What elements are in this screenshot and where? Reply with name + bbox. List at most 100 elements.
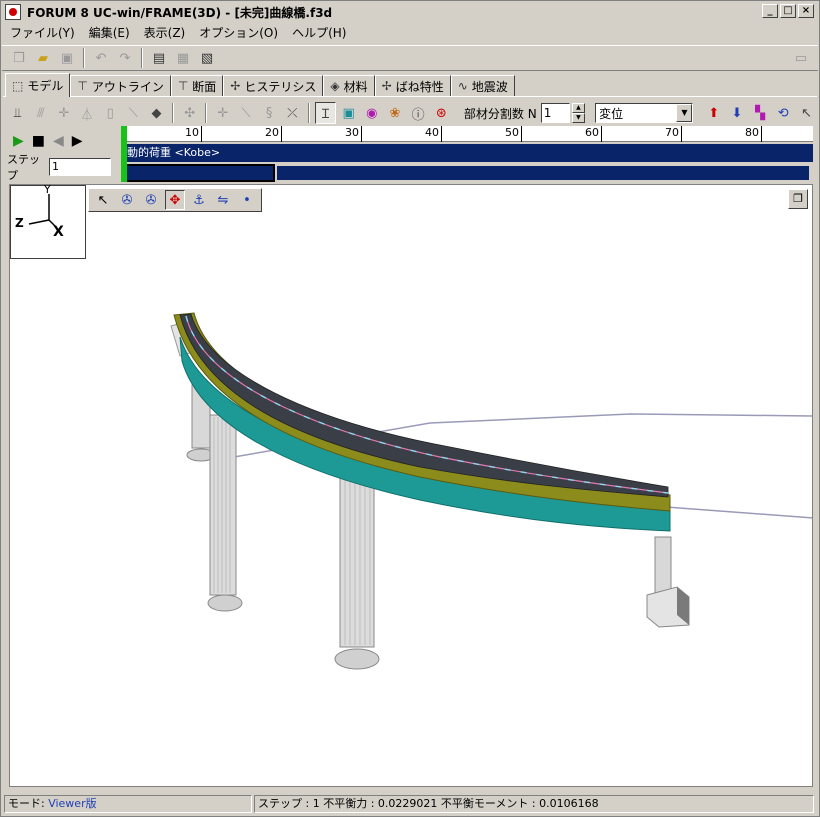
support-icon[interactable]: ⫫ [7, 102, 28, 124]
status-mode: モード: Viewer版 [4, 795, 252, 813]
result-icon[interactable]: ⊛ [431, 102, 452, 124]
open-folder-icon[interactable]: ▰ [32, 47, 54, 69]
menu-options[interactable]: オプション(O) [199, 24, 278, 41]
tab-hysteresis[interactable]: ✢ ヒステリシス [223, 75, 324, 97]
spring-tool-icon[interactable]: § [259, 102, 280, 124]
stop-icon[interactable]: ■ [32, 133, 45, 149]
report-icon[interactable]: ▤ [148, 47, 170, 69]
node-load-icon[interactable]: ⫻ [30, 102, 51, 124]
color-icon[interactable]: ◉ [361, 102, 382, 124]
delete-member-icon[interactable]: ⤫ [282, 102, 303, 124]
menu-edit[interactable]: 編集(E) [89, 24, 130, 41]
pointer-icon[interactable]: ↖ [796, 102, 817, 124]
spring-icon: ✢ [381, 79, 392, 93]
status-bar: モード: Viewer版 ステップ : 1 不平衡力 : 0.0229021 不… [2, 793, 818, 815]
window-title: FORUM 8 UC-win/FRAME(3D) - [未完]曲線橋.f3d [27, 5, 333, 20]
ruler-label: 70 [665, 126, 679, 139]
connect-icon[interactable]: ⟍ [235, 102, 256, 124]
point-icon[interactable]: • [237, 190, 257, 210]
menu-help[interactable]: ヘルプ(H) [292, 24, 346, 41]
tab-seismic-wave[interactable]: ∿ 地震波 [450, 75, 515, 97]
calculator-icon[interactable]: ▦ [172, 47, 194, 69]
model-toolbar: ⫫ ⫻ ✛ ⏃ ▯ ⟍ ◆ ✣ ✛ ⟍ § ⤫ Ɪ ▣ ◉ ❀ ⓘ ⊛ 部材分割… [7, 100, 817, 126]
new-file-icon[interactable]: ❒ [8, 47, 30, 69]
chevron-down-icon[interactable]: ▼ [676, 104, 693, 122]
select-pointer-icon[interactable]: ↖ [93, 190, 113, 210]
pan-icon[interactable]: ✥ [165, 190, 185, 210]
ruler-label: 60 [585, 126, 599, 139]
menu-file[interactable]: ファイル(Y) [10, 24, 75, 41]
time-cursor[interactable] [121, 126, 127, 182]
ruler-tick [521, 126, 522, 142]
tab-model[interactable]: ⬚ モデル [5, 73, 71, 97]
node-icon[interactable]: ✛ [53, 102, 74, 124]
orbit-icon[interactable]: ✇ [141, 190, 161, 210]
split-icon[interactable]: ✛ [212, 102, 233, 124]
menu-bar: ファイル(Y) 編集(E) 表示(Z) オプション(O) ヘルプ(H) [2, 22, 818, 42]
step-range-track[interactable] [121, 164, 813, 182]
tab-label: 断面 [192, 79, 217, 94]
timeline[interactable]: 10 20 30 40 50 60 70 80 動的荷重 <Kobe> [121, 126, 813, 182]
animate-icon[interactable]: ❀ [384, 102, 405, 124]
zoom-icon[interactable]: ⇋ [213, 190, 233, 210]
save-icon[interactable]: ▣ [56, 47, 78, 69]
chart-icon[interactable]: ▚ [750, 102, 771, 124]
hinge-icon[interactable]: ▯ [100, 102, 121, 124]
print-preview-icon[interactable]: ▧ [196, 47, 218, 69]
play-icon[interactable]: ▶ [13, 133, 24, 149]
divisions-input[interactable]: 1 [540, 103, 570, 123]
undo-icon[interactable]: ↶ [90, 47, 112, 69]
menu-view[interactable]: 表示(Z) [144, 24, 186, 41]
info-icon[interactable]: ⓘ [408, 102, 429, 124]
step-input[interactable]: 1 [49, 158, 111, 176]
close-button[interactable]: × [798, 4, 814, 18]
tab-panel-border [3, 96, 817, 97]
member-icon[interactable]: ⟍ [123, 102, 144, 124]
result-type-select[interactable]: 変位 ▼ [595, 103, 694, 123]
spin-down-icon[interactable]: ▼ [571, 113, 586, 123]
playback-controls: ▶ ■ ◀ ▶ ステップ 1 [7, 128, 117, 182]
spin-up-icon[interactable]: ▲ [571, 103, 586, 113]
tab-label: ばね特性 [395, 79, 444, 94]
z-axis-line [28, 219, 50, 225]
ruler-label: 30 [345, 126, 359, 139]
hysteresis-icon: ✢ [230, 79, 241, 93]
divisions-spinner[interactable]: ▲ ▼ [571, 103, 586, 123]
rotate-view-icon[interactable]: ⟲ [773, 102, 794, 124]
dynamic-load-track[interactable]: 動的荷重 <Kobe> [121, 144, 813, 162]
step-back-icon[interactable]: ◀ [53, 133, 64, 149]
step-forward-icon[interactable]: ▶ [72, 133, 83, 149]
ruler-tick [681, 126, 682, 142]
range-selection[interactable] [123, 164, 275, 182]
toolbar-separator [83, 48, 85, 68]
mass-icon[interactable]: ◆ [146, 102, 167, 124]
minimize-button[interactable]: _ [762, 4, 778, 18]
render-icon[interactable]: ▣ [338, 102, 359, 124]
step-label: ステップ [7, 153, 40, 182]
anchor-icon[interactable]: ⚓ [189, 190, 209, 210]
move-node-icon[interactable]: ✣ [179, 102, 200, 124]
rotate-icon[interactable]: ✇ [117, 190, 137, 210]
export-up-icon[interactable]: ⬆ [703, 102, 724, 124]
pier-center-base [334, 648, 380, 670]
tab-outline[interactable]: ⊤ アウトライン [70, 75, 171, 97]
ruler-tick [361, 126, 362, 142]
material-icon: ◈ [330, 79, 340, 93]
mode-value: Viewer版 [48, 797, 97, 810]
toolbar-separator [307, 103, 310, 123]
ruler-tick [281, 126, 282, 142]
tab-spring[interactable]: ✢ ばね特性 [374, 75, 451, 97]
maximize-button[interactable]: □ [780, 4, 796, 18]
3d-viewport[interactable]: Y Z X ↖ ✇ ✇ ✥ ⚓ ⇋ • ❐ [9, 184, 813, 787]
tab-label: アウトライン [91, 79, 164, 94]
tab-section[interactable]: ⊤ 断面 [170, 75, 224, 97]
redo-icon[interactable]: ↷ [114, 47, 136, 69]
export-down-icon[interactable]: ⬇ [726, 102, 747, 124]
ibeam-icon[interactable]: Ɪ [314, 102, 337, 124]
tab-material[interactable]: ◈ 材料 [323, 75, 375, 97]
toolbar-separator [205, 103, 208, 123]
restore-view-icon[interactable]: ❐ [788, 189, 808, 209]
help-icon[interactable]: ▭ [790, 47, 812, 69]
fixed-support-icon[interactable]: ⏃ [76, 102, 97, 124]
app-icon[interactable] [5, 4, 21, 20]
